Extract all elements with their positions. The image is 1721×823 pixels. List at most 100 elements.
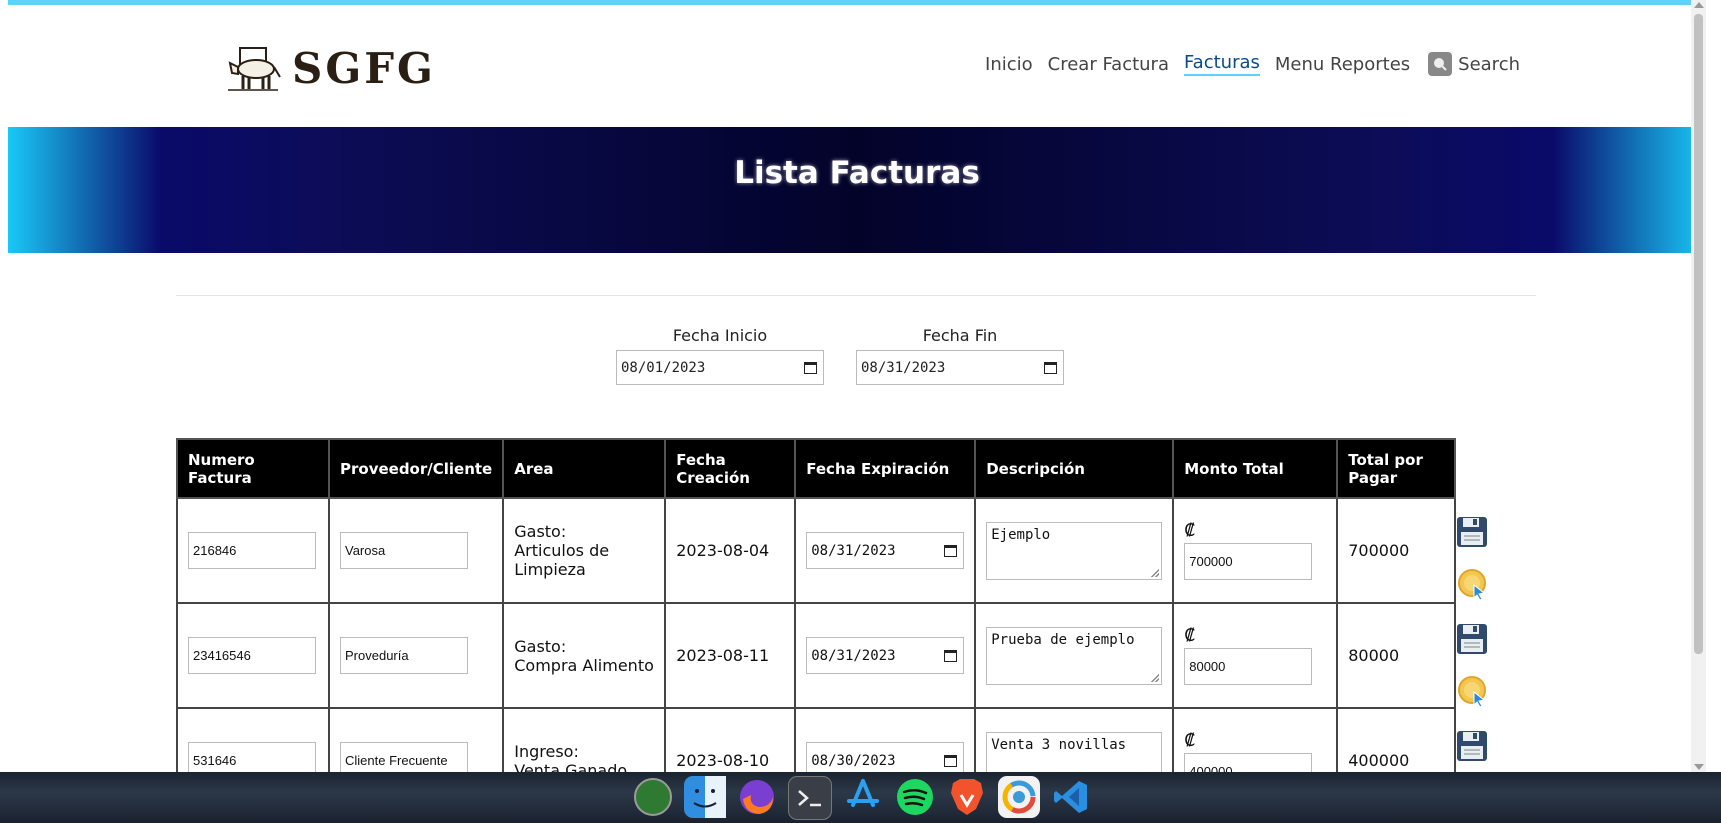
brave-icon[interactable] — [946, 776, 988, 818]
end-date-input[interactable]: 08/31/2023 — [856, 350, 1064, 385]
nav-facturas[interactable]: Facturas — [1183, 52, 1260, 76]
green-orb-app-icon[interactable] — [632, 776, 674, 818]
descripcion-value: Ejemplo — [991, 526, 1051, 543]
fecha-expiracion-input[interactable]: 08/31/2023 — [806, 637, 965, 674]
calendar-icon[interactable] — [804, 361, 817, 374]
header-proveedor-cliente[interactable]: Proveedor/Cliente — [327, 438, 505, 499]
page-banner: Lista Facturas — [8, 127, 1706, 253]
invoice-table: Numero Factura Proveedor/Cliente Area Fe… — [176, 438, 1457, 773]
coin-click-icon — [1458, 569, 1486, 601]
monto-input[interactable]: 700000 — [1184, 543, 1313, 580]
calendar-icon[interactable] — [944, 544, 958, 557]
search-label: Search — [1458, 53, 1520, 75]
total-por-pagar-cell: 80000 — [1336, 602, 1457, 709]
end-date-filter: Fecha Fin 08/31/2023 — [856, 326, 1064, 385]
header-descripcion[interactable]: Descripción — [974, 438, 1175, 499]
monto-input[interactable]: 400000 — [1184, 753, 1313, 772]
pay-button[interactable] — [1457, 568, 1489, 606]
page-title: Lista Facturas — [734, 155, 980, 191]
descripcion-textarea[interactable]: Ejemplo — [986, 521, 1163, 580]
fecha-creacion-cell: 2023-08-04 — [664, 497, 797, 604]
chrome-canary-icon[interactable] — [998, 776, 1040, 818]
area-name: Compra Alimento — [514, 655, 654, 675]
descripcion-textarea[interactable]: Venta 3 novillas — [986, 731, 1163, 772]
vscode-icon[interactable] — [1050, 776, 1092, 818]
spotify-icon[interactable] — [894, 776, 936, 818]
coin-click-icon — [1458, 676, 1486, 708]
proveedor-input[interactable]: Cliente Frecuente — [340, 742, 468, 772]
nav-inicio[interactable]: Inicio — [985, 54, 1033, 75]
proveedor-input[interactable]: Proveduría — [340, 637, 468, 674]
header-numero-factura[interactable]: Numero Factura — [176, 438, 330, 499]
header-fecha-creacion[interactable]: Fecha Creación — [664, 438, 797, 499]
header-fecha-expiracion[interactable]: Fecha Expiración — [794, 438, 977, 499]
numero-factura-input[interactable]: 216846 — [188, 532, 316, 569]
resize-handle[interactable] — [1151, 568, 1160, 577]
save-button[interactable] — [1456, 730, 1488, 766]
scroll-down-arrow-icon[interactable] — [1694, 764, 1704, 770]
proveedor-input[interactable]: Varosa — [340, 532, 468, 569]
nav-crear-factura[interactable]: Crear Factura — [1048, 54, 1169, 75]
area-name: Venta Ganado — [514, 760, 628, 773]
header-monto-total[interactable]: Monto Total — [1172, 438, 1339, 499]
save-button[interactable] — [1456, 516, 1488, 552]
table-header-row: Numero Factura Proveedor/Cliente Area Fe… — [176, 438, 1457, 499]
header-area[interactable]: Area — [502, 438, 667, 499]
floppy-disk-icon — [1457, 731, 1487, 761]
fecha-expiracion-value: 08/31/2023 — [811, 542, 896, 559]
start-date-input[interactable]: 08/01/2023 — [616, 350, 824, 385]
search-icon — [1428, 52, 1453, 76]
end-date-label: Fecha Fin — [922, 326, 998, 345]
currency-symbol: ₡ — [1184, 626, 1196, 646]
scroll-thumb[interactable] — [1694, 14, 1703, 654]
area-type: Ingreso: — [514, 741, 579, 761]
table-row: 531646 Cliente Frecuente Ingreso: Venta G… — [176, 707, 1457, 773]
total-por-pagar-cell: 400000 — [1336, 707, 1457, 772]
desktop-dock — [0, 772, 1721, 823]
pay-button[interactable] — [1457, 675, 1489, 713]
app-store-icon[interactable] — [842, 776, 884, 818]
search-button[interactable]: Search — [1428, 52, 1520, 76]
currency-symbol: ₡ — [1184, 521, 1196, 541]
finder-icon[interactable] — [684, 776, 726, 818]
fecha-expiracion-value: 08/31/2023 — [811, 647, 896, 664]
scroll-up-arrow-icon[interactable] — [1694, 2, 1704, 8]
area-cell: Ingreso: Venta Ganado — [502, 707, 667, 773]
firefox-icon[interactable] — [736, 776, 778, 818]
fecha-expiracion-input[interactable]: 08/30/2023 — [806, 742, 965, 772]
area-cell: Gasto: Compra Alimento — [502, 602, 667, 709]
calendar-icon[interactable] — [944, 754, 958, 767]
logo-text: SGFG — [292, 44, 436, 93]
numero-factura-input[interactable]: 531646 — [188, 742, 316, 772]
start-date-value: 08/01/2023 — [621, 359, 706, 376]
save-button[interactable] — [1456, 623, 1488, 659]
nav-menu-reportes[interactable]: Menu Reportes — [1275, 54, 1410, 75]
floppy-disk-icon — [1457, 624, 1487, 654]
calendar-icon[interactable] — [1044, 361, 1057, 374]
total-por-pagar-cell: 700000 — [1336, 497, 1457, 604]
monto-input[interactable]: 80000 — [1184, 648, 1313, 685]
site-logo[interactable]: SGFG — [226, 44, 436, 93]
area-cell: Gasto: Articulos de Limpieza — [502, 497, 667, 604]
header-total-por-pagar[interactable]: Total por Pagar — [1336, 438, 1457, 499]
resize-handle[interactable] — [1151, 673, 1160, 682]
currency-symbol: ₡ — [1184, 731, 1196, 751]
invoice-table-wrapper: Numero Factura Proveedor/Cliente Area Fe… — [176, 438, 1457, 773]
calendar-icon[interactable] — [944, 649, 958, 662]
descripcion-textarea[interactable]: Prueba de ejemplo — [986, 626, 1163, 685]
fecha-creacion-cell: 2023-08-10 — [664, 707, 797, 772]
fecha-expiracion-value: 08/30/2023 — [811, 752, 896, 769]
descripcion-value: Prueba de ejemplo — [991, 631, 1135, 648]
table-row: 216846 Varosa Gasto: Articulos de Limpiez… — [176, 497, 1457, 604]
terminal-icon[interactable] — [788, 776, 832, 820]
vertical-scrollbar[interactable] — [1691, 0, 1706, 772]
area-type: Gasto: — [514, 636, 567, 656]
fecha-expiracion-input[interactable]: 08/31/2023 — [806, 532, 965, 569]
table-row: 23416546 Proveduría Gasto: Compra Aliment… — [176, 602, 1457, 709]
divider — [176, 295, 1536, 296]
main-nav: Inicio Crear Factura Facturas Menu Repor… — [970, 52, 1520, 76]
floppy-disk-icon — [1457, 517, 1487, 547]
numero-factura-input[interactable]: 23416546 — [188, 637, 316, 674]
descripcion-value: Venta 3 novillas — [991, 736, 1127, 753]
start-date-label: Fecha Inicio — [672, 326, 768, 345]
